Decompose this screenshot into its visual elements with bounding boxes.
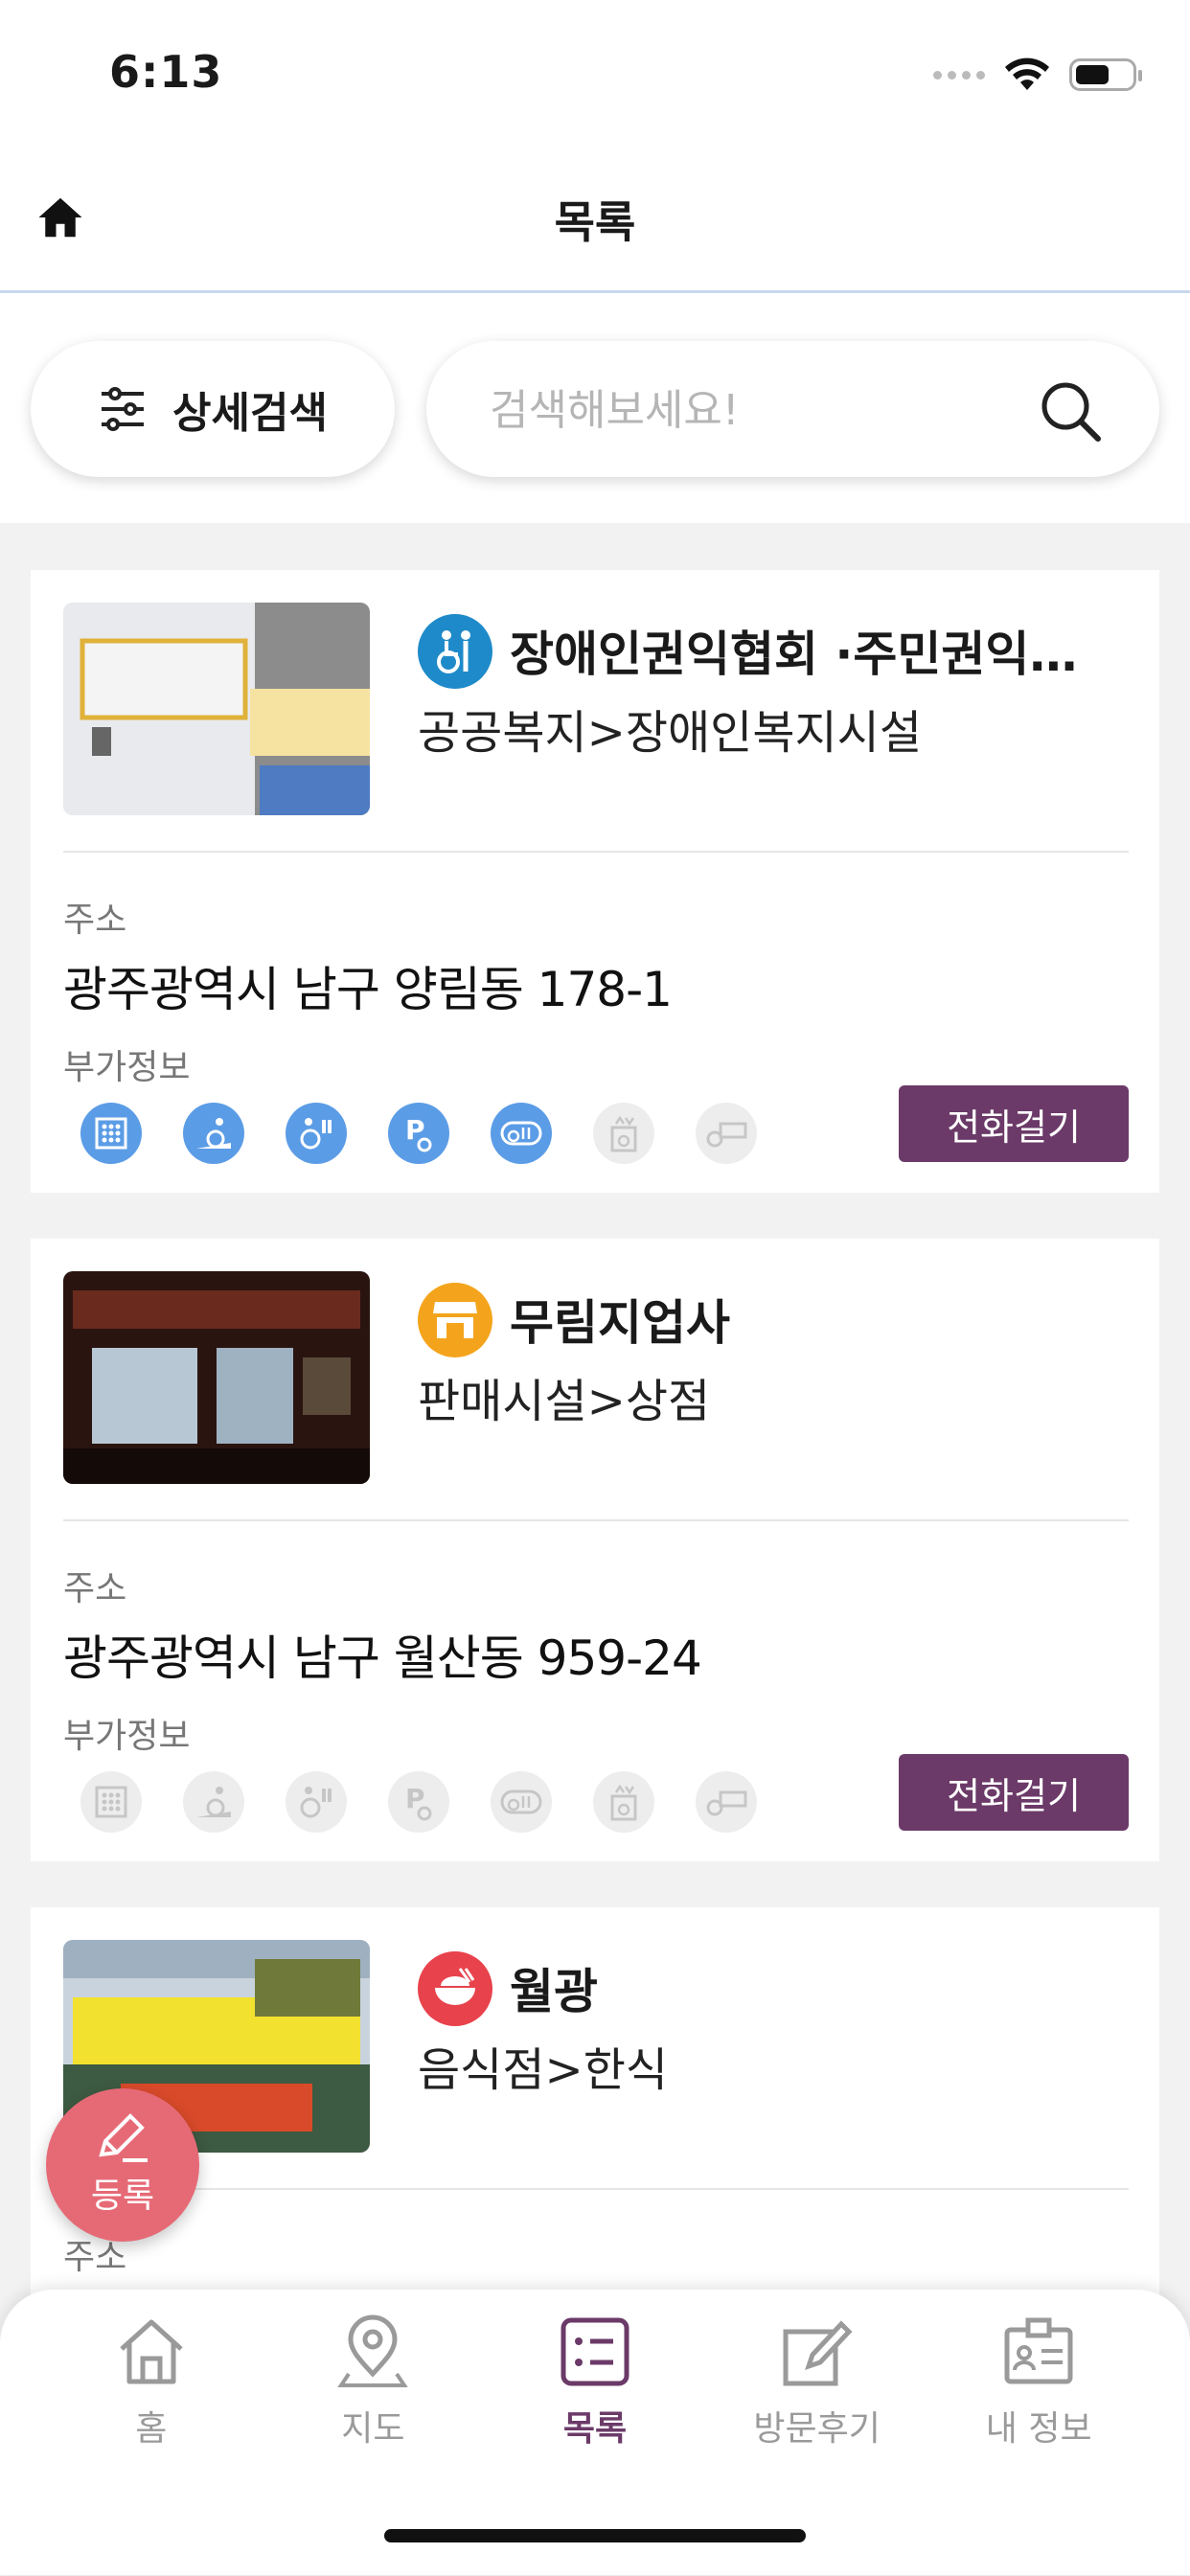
accessible-room-icon (696, 1771, 757, 1833)
address-label: 주소 (63, 900, 127, 940)
search-input[interactable] (488, 376, 1028, 445)
pencil-icon (99, 2113, 148, 2162)
list-icon (561, 2317, 629, 2386)
elevator-icon (593, 1103, 654, 1164)
place-photo (63, 1271, 370, 1484)
elevator-icon (593, 1771, 654, 1833)
filter-sliders-icon (102, 387, 145, 431)
register-label: 등록 (90, 2177, 155, 2216)
wheelchair-ramp-icon (183, 1771, 244, 1833)
accessible-parking-icon: P (388, 1103, 449, 1164)
tab-label: 홈 (135, 2409, 168, 2449)
place-category: 음식점>한식 (418, 2043, 669, 2097)
accessibility-features: P (80, 1103, 757, 1164)
tab-review[interactable]: 방문후기 (721, 2314, 913, 2451)
place-category: 공공복지>장애인복지시설 (418, 706, 922, 760)
address-value: 광주광역시 남구 월산동 959-24 (63, 1630, 702, 1686)
accessible-parking-icon: P (388, 1771, 449, 1833)
accessible-restroom-icon (286, 1771, 347, 1833)
tab-label: 목록 (562, 2409, 628, 2449)
accessible-entrance-icon (491, 1103, 552, 1164)
search-box (426, 341, 1159, 477)
top-header: 6:13 목록 (0, 0, 1190, 293)
tab-label: 방문후기 (753, 2409, 881, 2449)
accessible-entrance-icon (491, 1771, 552, 1833)
status-icons (933, 56, 1142, 94)
place-card[interactable]: 장애인권익협회 ·주민권익… 공공복지>장애인복지시설 주소 광주광역시 남구 … (31, 570, 1159, 1193)
accessible-restroom-icon (286, 1103, 347, 1164)
cellular-signal-icon (933, 70, 985, 80)
divider (63, 2188, 1129, 2190)
home-indicator (384, 2529, 806, 2542)
tab-home[interactable]: 홈 (56, 2314, 247, 2451)
extra-info-label: 부가정보 (63, 1717, 191, 1756)
tab-label: 내 정보 (985, 2409, 1092, 2449)
address-label: 주소 (63, 1569, 127, 1608)
search-row: 상세검색 (0, 293, 1190, 523)
battery-icon (1069, 58, 1142, 91)
detail-search-label: 상세검색 (172, 389, 328, 438)
tab-list[interactable]: 목록 (499, 2314, 691, 2451)
place-title: 월광 (510, 1964, 598, 2019)
store-icon (418, 1283, 492, 1357)
rice-bowl-icon (418, 1951, 492, 2026)
accessibility-features: P (80, 1771, 757, 1833)
wheelchair-person-icon (418, 614, 492, 689)
tab-label: 지도 (341, 2409, 405, 2449)
place-title: 무림지업사 (510, 1295, 730, 1351)
map-pin-icon (337, 2314, 409, 2387)
place-card[interactable]: 무림지업사 판매시설>상점 주소 광주광역시 남구 월산동 959-24 부가정… (31, 1239, 1159, 1861)
place-photo (63, 603, 370, 815)
page-title: 목록 (554, 196, 636, 248)
register-fab-button[interactable]: 등록 (46, 2088, 199, 2242)
place-title: 장애인권익협회 ·주민권익… (510, 627, 1078, 682)
tab-map[interactable]: 지도 (277, 2314, 469, 2451)
review-pen-icon (783, 2320, 853, 2386)
search-icon[interactable] (1039, 379, 1102, 443)
call-button[interactable]: 전화걸기 (899, 1085, 1129, 1162)
wheelchair-ramp-icon (183, 1103, 244, 1164)
status-time: 6:13 (109, 46, 223, 98)
tab-my-info[interactable]: 내 정보 (943, 2314, 1134, 2451)
house-icon (120, 2319, 183, 2384)
call-button[interactable]: 전화걸기 (899, 1754, 1129, 1831)
braille-block-icon (80, 1771, 142, 1833)
id-card-icon (1004, 2317, 1073, 2384)
place-list: 장애인권익협회 ·주민권익… 공공복지>장애인복지시설 주소 광주광역시 남구 … (31, 570, 1159, 2576)
divider (63, 1519, 1129, 1521)
wifi-icon (1005, 57, 1049, 90)
detail-search-button[interactable]: 상세검색 (31, 341, 395, 477)
divider (63, 851, 1129, 853)
braille-block-icon (80, 1103, 142, 1164)
address-value: 광주광역시 남구 양림동 178-1 (63, 962, 673, 1017)
extra-info-label: 부가정보 (63, 1048, 191, 1087)
accessible-room-icon (696, 1103, 757, 1164)
place-category: 판매시설>상점 (418, 1375, 711, 1428)
